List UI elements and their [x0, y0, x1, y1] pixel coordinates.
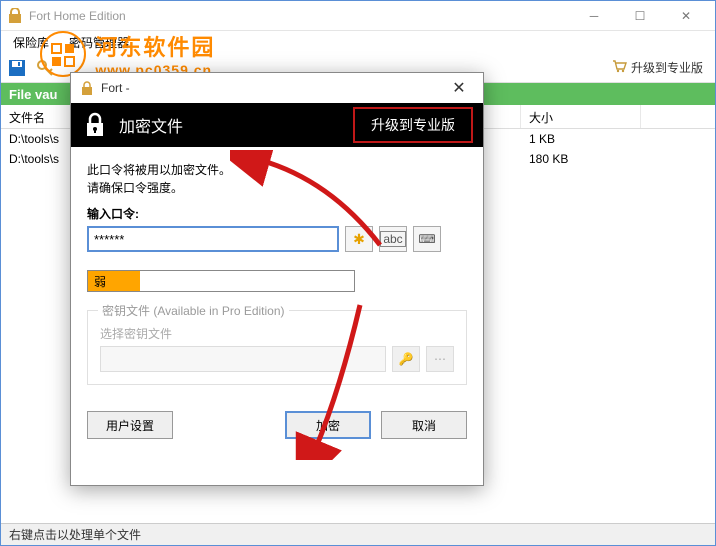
strength-meter: 弱: [87, 270, 355, 292]
minimize-button[interactable]: ─: [571, 1, 617, 31]
statusbar: 右键点击以处理单个文件: [1, 523, 715, 545]
key-small-icon: 🔑: [399, 352, 414, 366]
keyfile-browse-button: ⋯: [426, 346, 454, 372]
dialog-close-button[interactable]: ✕: [443, 73, 475, 103]
maximize-button[interactable]: ☐: [617, 1, 663, 31]
menu-vault[interactable]: 保险库: [5, 32, 57, 53]
virtual-keyboard-button[interactable]: ⌨: [413, 226, 441, 252]
encrypt-button[interactable]: 加密: [285, 411, 371, 439]
keyboard-icon: ⌨: [418, 232, 435, 246]
keyfile-row: 🔑 ⋯: [100, 346, 454, 372]
encrypt-dialog: Fort - ✕ 加密文件 升级到专业版 此口令将被用以加密文件。 请确保口令强…: [70, 72, 484, 486]
dialog-header-title: 加密文件: [119, 113, 353, 137]
menubar: 保险库 密码管理器: [1, 31, 715, 53]
keyfile-label: 选择密钥文件: [100, 325, 454, 342]
keyfile-input: [100, 346, 386, 372]
save-icon[interactable]: [7, 58, 27, 78]
dialog-buttons: 用户设置 加密 取消: [71, 411, 483, 453]
user-settings-button[interactable]: 用户设置: [87, 411, 173, 439]
keyfile-legend: 密钥文件 (Available in Pro Edition): [98, 302, 289, 319]
close-button[interactable]: ✕: [663, 1, 709, 31]
show-text-button[interactable]: abc: [379, 226, 407, 252]
password-input[interactable]: [87, 226, 339, 252]
key-icon[interactable]: [35, 58, 55, 78]
instruction-text: 此口令将被用以加密文件。 请确保口令强度。: [87, 161, 467, 197]
lock-icon: [81, 111, 109, 139]
star-icon: ✱: [353, 231, 365, 248]
password-label: 输入口令:: [87, 205, 467, 222]
window-controls: ─ ☐ ✕: [571, 1, 709, 31]
mask-toggle-button[interactable]: ✱: [345, 226, 373, 252]
dialog-title: Fort -: [101, 81, 443, 95]
keyfile-key-button: 🔑: [392, 346, 420, 372]
dialog-header: 加密文件 升级到专业版: [71, 103, 483, 147]
upgrade-link[interactable]: 升级到专业版: [611, 58, 709, 77]
abc-icon: abc: [380, 231, 405, 247]
cell-size: 180 KB: [521, 150, 641, 168]
strength-label: 弱: [88, 271, 140, 291]
upgrade-pro-button[interactable]: 升级到专业版: [353, 107, 473, 143]
col-header-size[interactable]: 大小: [521, 105, 641, 128]
cart-icon: [611, 58, 627, 77]
instr-line: 此口令将被用以加密文件。: [87, 161, 467, 179]
menu-password-manager[interactable]: 密码管理器: [61, 32, 137, 53]
status-text: 右键点击以处理单个文件: [9, 526, 141, 543]
app-icon: [7, 8, 23, 24]
cancel-button[interactable]: 取消: [381, 411, 467, 439]
password-row: ✱ abc ⌨: [87, 226, 467, 252]
keyfile-group: 密钥文件 (Available in Pro Edition) 选择密钥文件 🔑…: [87, 310, 467, 385]
dialog-titlebar: Fort - ✕: [71, 73, 483, 103]
dialog-app-icon: [79, 80, 95, 96]
instr-line: 请确保口令强度。: [87, 179, 467, 197]
cell-size: 1 KB: [521, 130, 641, 148]
main-titlebar: Fort Home Edition ─ ☐ ✕: [1, 1, 715, 31]
dialog-body: 此口令将被用以加密文件。 请确保口令强度。 输入口令: ✱ abc ⌨ 弱 密钥…: [71, 147, 483, 411]
ellipsis-icon: ⋯: [434, 352, 446, 366]
window-title: Fort Home Edition: [29, 9, 571, 23]
upgrade-label: 升级到专业版: [631, 59, 703, 76]
